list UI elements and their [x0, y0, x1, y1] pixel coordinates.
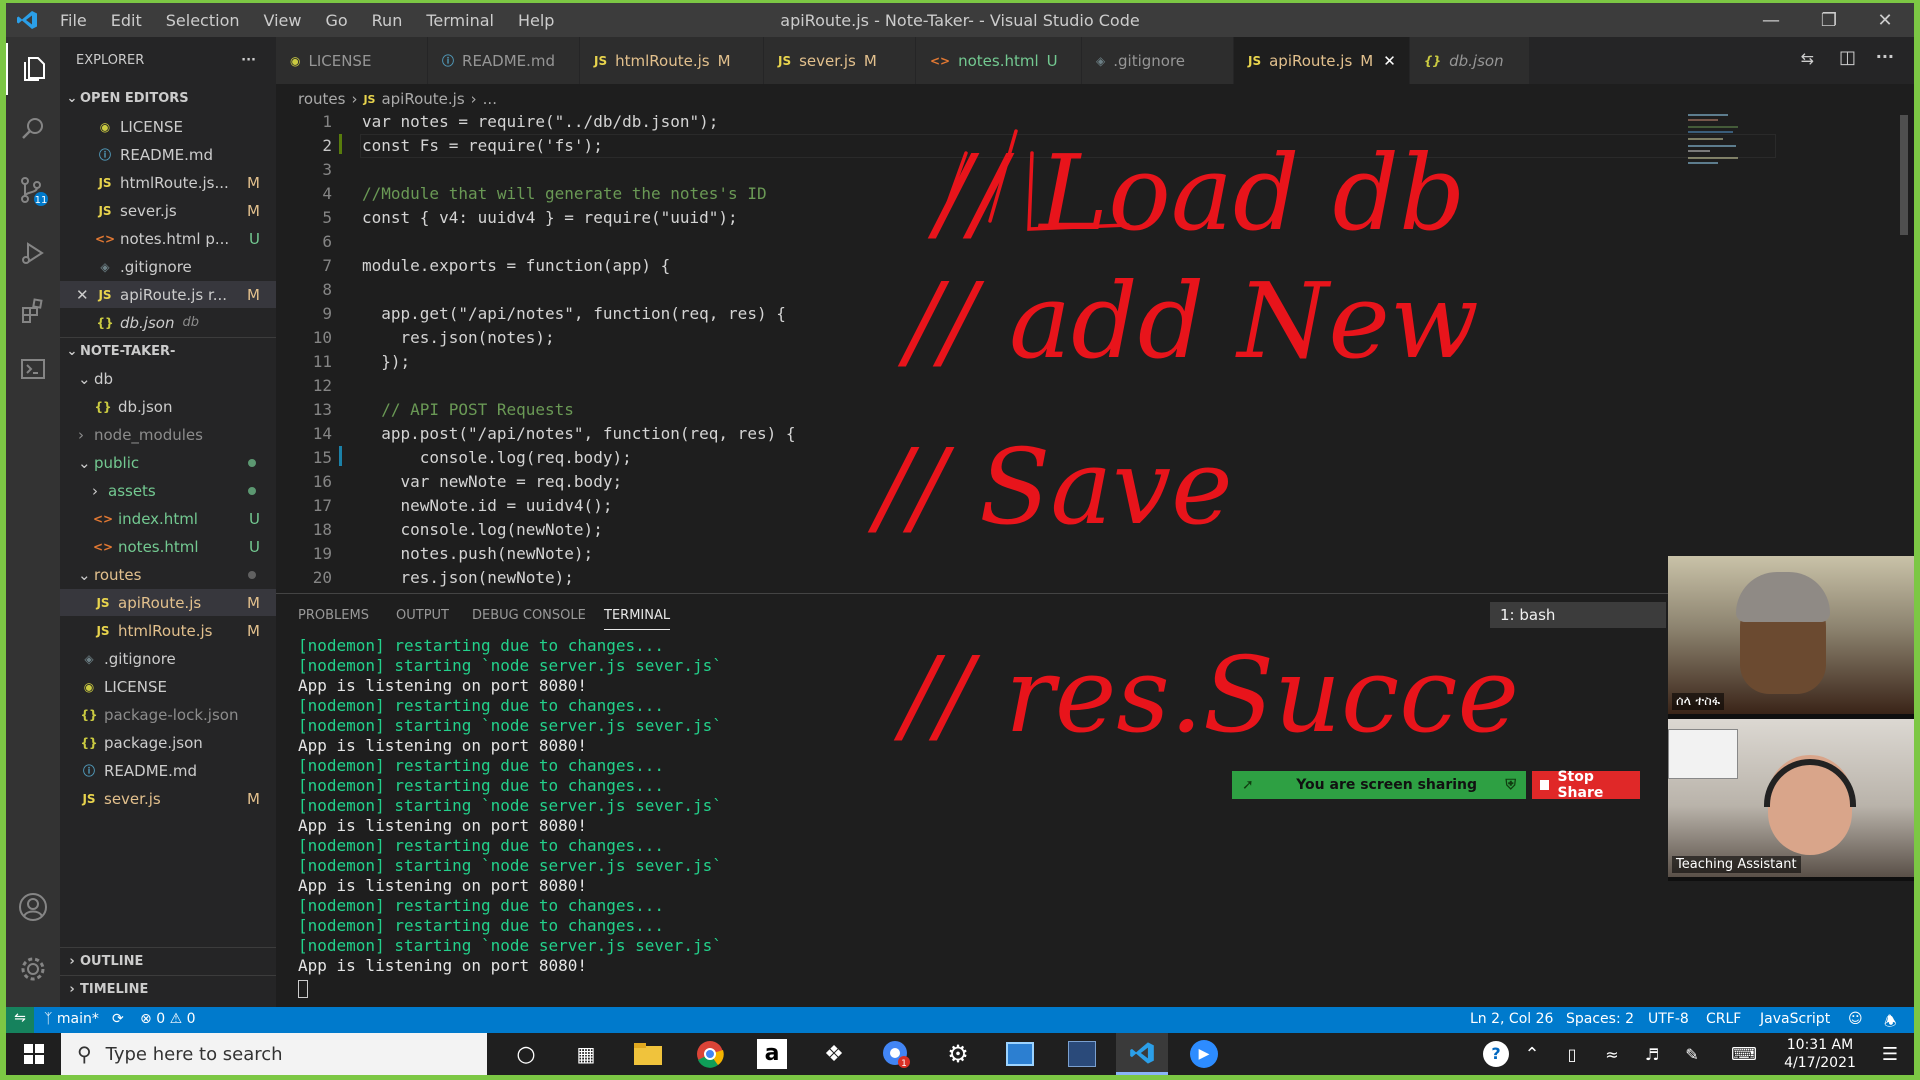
annotation-layer: // Load db // add New // Save // res.Suc…: [867, 129, 1519, 756]
problems-indicator[interactable]: ⊗ 0 ⚠ 0: [140, 1011, 196, 1027]
sync-icon[interactable]: ⟳: [112, 1011, 124, 1027]
vscode-taskbar-icon[interactable]: [1116, 1033, 1168, 1075]
share-arrow-icon: ➚: [1242, 777, 1254, 793]
svg-text:1: 1: [901, 1059, 907, 1069]
battery-icon[interactable]: ▯: [1552, 1033, 1592, 1075]
chrome-icon[interactable]: [684, 1033, 736, 1075]
windows-taskbar: ⚲ Type here to search ○ ▦ a ❖ 1 ⚙ ▶ ? ⌃ …: [6, 1033, 1914, 1075]
windows-start-icon[interactable]: [8, 1033, 60, 1075]
stop-icon: [1540, 780, 1550, 790]
cortana-icon[interactable]: ○: [500, 1033, 552, 1075]
warning-icon: ⚠: [169, 1011, 183, 1027]
participant-name: ሰላ ተስፋ: [1672, 693, 1725, 710]
wifi-icon[interactable]: ≈: [1592, 1033, 1632, 1075]
indentation[interactable]: Spaces: 2: [1566, 1011, 1634, 1027]
branch-indicator[interactable]: ᛉ main*: [44, 1011, 99, 1027]
video-panel: ሰላ ተስፋ Teaching Assistant: [1668, 556, 1914, 881]
language-mode[interactable]: JavaScript: [1760, 1011, 1830, 1027]
volume-icon[interactable]: ♬: [1632, 1033, 1672, 1075]
stop-share-button[interactable]: Stop Share: [1532, 769, 1640, 801]
remote-indicator-icon[interactable]: ⇋: [6, 1007, 34, 1033]
zoom-icon[interactable]: ▶: [1178, 1033, 1230, 1075]
status-bar: ⇋ ᛉ main* ⟳ ⊗ 0 ⚠ 0 Ln 2, Col 26 Spaces:…: [6, 1007, 1914, 1033]
screen-share-bar: ➚ You are screen sharing ⛨ Stop Share: [1232, 769, 1640, 801]
photos-icon[interactable]: [994, 1033, 1046, 1075]
annotation-text: // res.Succe: [893, 634, 1519, 756]
shield-icon: ⛨: [1505, 777, 1517, 793]
video-tile-participant[interactable]: ሰላ ተስፋ: [1668, 556, 1914, 714]
amazon-icon[interactable]: a: [746, 1033, 798, 1075]
annotation-text: // Save: [867, 426, 1233, 548]
error-icon: ⊗: [140, 1011, 152, 1027]
screen: File Edit Selection View Go Run Terminal…: [6, 3, 1914, 1075]
settings-gear-icon[interactable]: ⚙: [932, 1033, 984, 1075]
keyboard-icon[interactable]: ⌨: [1722, 1033, 1766, 1075]
annotation-text: // Load db: [927, 132, 1466, 254]
file-explorer-icon[interactable]: [622, 1033, 674, 1075]
notifications-bell-icon[interactable]: 🕭: [1884, 1011, 1897, 1035]
participant-hat: [1736, 572, 1830, 622]
task-view-icon[interactable]: ▦: [560, 1033, 612, 1075]
sql-tool-icon[interactable]: [1056, 1033, 1108, 1075]
headset-icon: [1764, 759, 1856, 807]
git-branch-icon: ᛉ: [44, 1011, 53, 1027]
dropbox-icon[interactable]: ❖: [808, 1033, 860, 1075]
chrome-profile-icon[interactable]: 1: [870, 1033, 922, 1075]
background-printer: [1668, 729, 1738, 779]
show-hidden-icons-icon[interactable]: ⌃: [1512, 1033, 1552, 1075]
video-tile-participant[interactable]: Teaching Assistant: [1668, 719, 1914, 877]
participant-name: Teaching Assistant: [1672, 856, 1801, 873]
line-ending[interactable]: CRLF: [1706, 1011, 1741, 1027]
taskbar-search-box[interactable]: ⚲ Type here to search: [61, 1033, 487, 1075]
feedback-icon[interactable]: ☺: [1848, 1011, 1863, 1027]
action-center-icon[interactable]: ☰: [1868, 1033, 1912, 1075]
annotation-text: // add New: [897, 260, 1479, 382]
encoding[interactable]: UTF-8: [1648, 1011, 1689, 1027]
pen-icon[interactable]: ✎: [1672, 1033, 1712, 1075]
search-icon: ⚲: [77, 1042, 92, 1066]
screen-sharing-indicator[interactable]: ➚ You are screen sharing ⛨: [1232, 771, 1526, 799]
taskbar-clock[interactable]: 10:31 AM 4/17/2021: [1770, 1036, 1870, 1072]
cursor-position[interactable]: Ln 2, Col 26: [1470, 1011, 1553, 1027]
